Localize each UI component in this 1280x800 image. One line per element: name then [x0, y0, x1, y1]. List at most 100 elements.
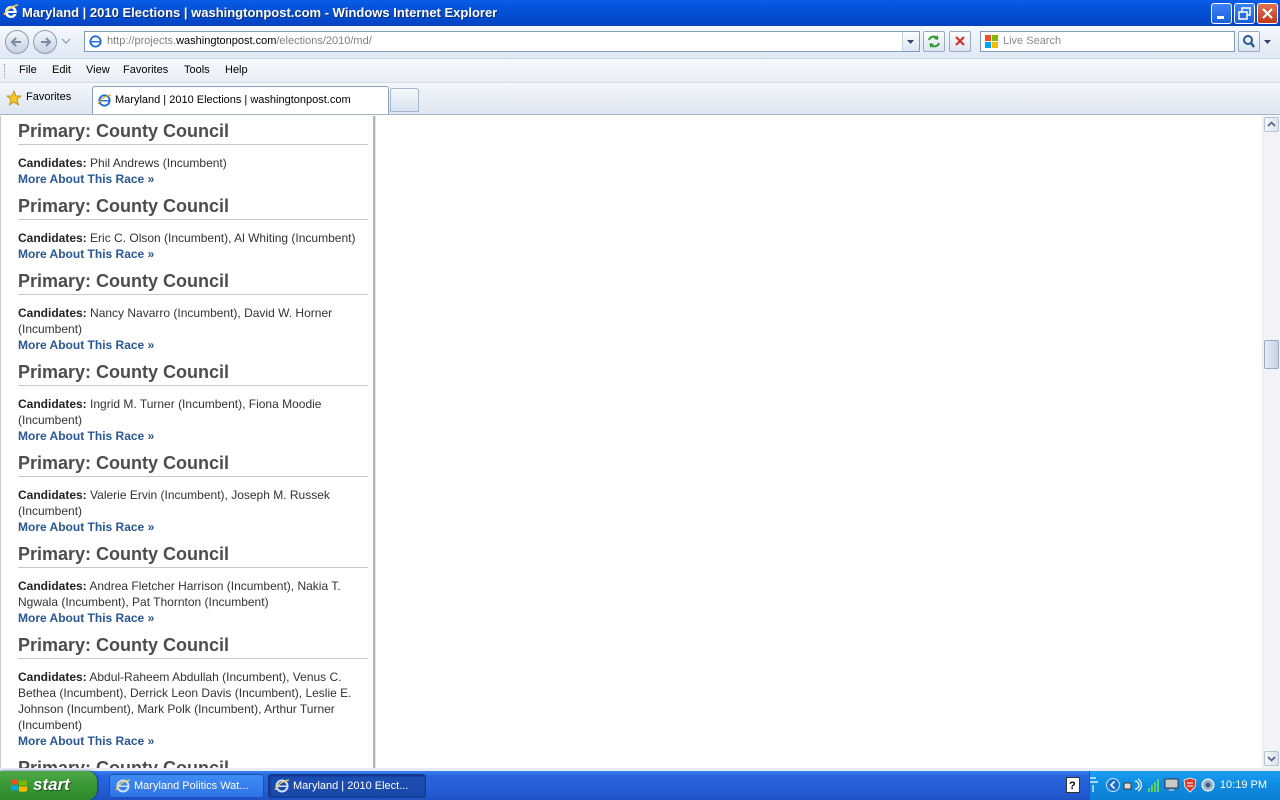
more-about-race-link[interactable]: More About This Race » [18, 246, 368, 262]
race-title: Primary: County Council [18, 452, 368, 477]
menu-help[interactable]: Help [225, 64, 248, 76]
taskbar-item-label: Maryland | 2010 Elect... [293, 780, 409, 792]
race-title: Primary: County Council [18, 634, 368, 659]
restore-icon [1238, 7, 1251, 20]
menu-edit[interactable]: Edit [52, 64, 71, 76]
back-button[interactable] [5, 30, 29, 54]
forward-button[interactable] [33, 30, 57, 54]
race-candidates: Candidates: Abdul-Raheem Abdullah (Incum… [18, 670, 352, 732]
address-dropdown-button[interactable] [902, 32, 919, 51]
restore-button[interactable] [1234, 3, 1255, 24]
menu-tools[interactable]: Tools [184, 64, 210, 76]
search-icon [1243, 35, 1255, 48]
close-window-button[interactable] [1257, 3, 1278, 24]
refresh-icon [928, 35, 940, 48]
recent-pages-dropdown-icon[interactable] [61, 38, 71, 46]
signal-strength-icon[interactable] [1147, 777, 1161, 793]
menu-file[interactable]: File [19, 64, 37, 76]
search-options-dropdown-icon[interactable] [1263, 38, 1272, 46]
more-about-race-link[interactable]: More About This Race » [18, 733, 368, 749]
taskbar-item-maryland-elections[interactable]: Maryland | 2010 Elect... [268, 774, 426, 798]
wireless-network-icon[interactable] [1123, 777, 1145, 793]
search-box[interactable]: Live Search [980, 31, 1235, 52]
chevron-down-icon [907, 40, 914, 44]
more-about-race-link[interactable]: More About This Race » [18, 610, 368, 626]
race-title: Primary: County Council [18, 543, 368, 568]
svg-text:?: ? [1069, 780, 1076, 792]
system-tray: ? 10:19 PM [1066, 771, 1280, 800]
race-title: Primary: County Council [18, 757, 368, 768]
race-candidates: Candidates: Valerie Ervin (Incumbent), J… [18, 488, 330, 518]
clock[interactable]: 10:19 PM [1220, 779, 1267, 791]
column-divider [373, 116, 376, 768]
scroll-down-button[interactable] [1264, 751, 1279, 766]
more-about-race-link[interactable]: More About This Race » [18, 519, 368, 535]
scroll-up-icon [1267, 121, 1276, 127]
show-hidden-icons-icon[interactable] [1106, 777, 1120, 793]
more-about-race-link[interactable]: More About This Race » [18, 428, 368, 444]
help-icon[interactable]: ? [1066, 777, 1080, 793]
race-item: Primary: County Council Candidates: Ingr… [18, 361, 368, 444]
menu-bar: File Edit View Favorites Tools Help [0, 59, 1280, 83]
taskbar: start Maryland Politics Wat... Maryland … [0, 771, 1280, 800]
page-icon [89, 35, 102, 48]
favorites-bar: Favorites Maryland | 2010 Elections | wa… [0, 83, 1280, 115]
race-item: Primary: County Council Candidates: Phil… [18, 120, 368, 187]
more-about-race-link[interactable]: More About This Race » [18, 171, 368, 187]
close-icon [1262, 8, 1273, 19]
toolbar-grip [4, 64, 7, 78]
favorites-label: Favorites [26, 91, 72, 103]
scroll-down-icon [1267, 756, 1276, 762]
vertical-scrollbar[interactable] [1262, 116, 1280, 768]
security-shield-icon[interactable] [1183, 777, 1197, 793]
race-title: Primary: County Council [18, 195, 368, 220]
minimize-icon [1217, 16, 1224, 19]
star-icon [5, 89, 23, 106]
back-arrow-icon [10, 37, 21, 47]
menu-view[interactable]: View [86, 64, 110, 76]
start-button[interactable]: start [0, 771, 97, 800]
start-label: start [33, 775, 70, 794]
race-candidates: Candidates: Phil Andrews (Incumbent) [18, 156, 227, 170]
more-about-race-link[interactable]: More About This Race » [18, 337, 368, 353]
race-item-partial: Primary: County Council [18, 757, 368, 768]
scroll-up-button[interactable] [1264, 117, 1279, 132]
navigation-bar: http://projects.washingtonpost.com/elect… [0, 26, 1280, 59]
network-icon[interactable] [1088, 776, 1100, 794]
ie-icon [115, 779, 131, 793]
ie-icon [274, 779, 290, 793]
race-item: Primary: County Council Candidates: Eric… [18, 195, 368, 262]
race-candidates: Candidates: Andrea Fletcher Harrison (In… [18, 579, 341, 609]
race-candidates: Candidates: Nancy Navarro (Incumbent), D… [18, 306, 333, 336]
race-candidates: Candidates: Eric C. Olson (Incumbent), A… [18, 231, 356, 245]
new-tab-button[interactable] [390, 88, 419, 112]
tab-maryland-elections[interactable]: Maryland | 2010 Elections | washingtonpo… [92, 86, 389, 114]
search-button[interactable] [1238, 31, 1260, 52]
windows-logo-icon [11, 779, 27, 792]
window-title: Maryland | 2010 Elections | washingtonpo… [22, 5, 498, 20]
ie-page-icon [97, 94, 112, 107]
race-item: Primary: County Council Candidates: Nanc… [18, 270, 368, 353]
forward-arrow-icon [41, 37, 52, 47]
menu-favorites[interactable]: Favorites [123, 64, 168, 76]
race-title: Primary: County Council [18, 361, 368, 386]
stop-icon [955, 36, 965, 46]
tab-label: Maryland | 2010 Elections | washingtonpo… [115, 94, 351, 106]
stop-button[interactable] [949, 31, 971, 52]
scroll-thumb[interactable] [1264, 340, 1279, 369]
race-title: Primary: County Council [18, 120, 368, 145]
address-bar[interactable]: http://projects.washingtonpost.com/elect… [84, 31, 920, 52]
favorites-button[interactable]: Favorites [5, 89, 71, 109]
taskbar-item-label: Maryland Politics Wat... [134, 780, 249, 792]
taskbar-item-maryland-politics[interactable]: Maryland Politics Wat... [109, 774, 264, 798]
display-icon[interactable] [1164, 777, 1180, 793]
speaker-icon[interactable] [1200, 777, 1216, 793]
live-search-logo-icon [985, 35, 998, 48]
race-item: Primary: County Council Candidates: Vale… [18, 452, 368, 535]
minimize-button[interactable] [1211, 3, 1232, 24]
address-url[interactable]: http://projects.washingtonpost.com/elect… [107, 35, 372, 47]
race-item: Primary: County Council Candidates: Andr… [18, 543, 368, 626]
search-placeholder[interactable]: Live Search [1003, 35, 1061, 47]
refresh-button[interactable] [923, 31, 945, 52]
window-titlebar: Maryland | 2010 Elections | washingtonpo… [0, 0, 1280, 26]
